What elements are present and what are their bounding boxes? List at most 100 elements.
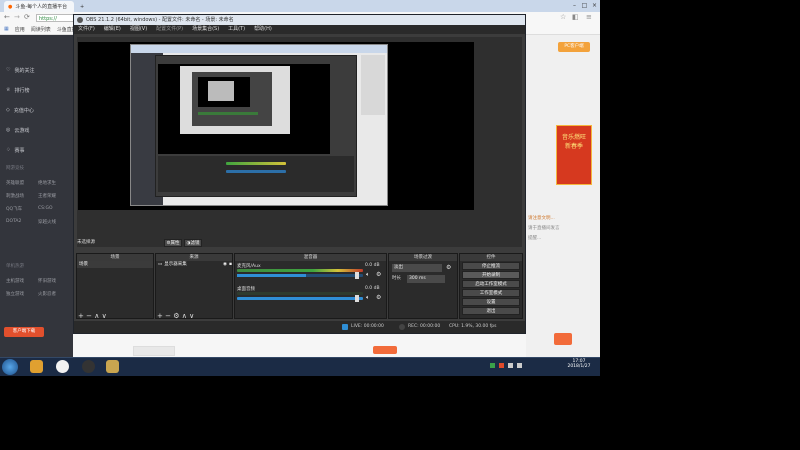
- exit-button[interactable]: 退出: [462, 307, 520, 315]
- mic-level-meter: [237, 269, 363, 272]
- sidebar-sub-item[interactable]: 怀旧游戏: [38, 278, 56, 284]
- minimize-icon[interactable]: –: [570, 2, 579, 10]
- duration-label: 时长: [392, 276, 401, 281]
- menu-tools[interactable]: 工具(T): [228, 25, 245, 34]
- sidebar-sub-item[interactable]: 刺激战场: [6, 193, 24, 199]
- move-up-icon[interactable]: ∧: [182, 312, 187, 320]
- gear-icon[interactable]: ⚙: [173, 312, 179, 320]
- app-icon[interactable]: [106, 360, 119, 373]
- chat-input[interactable]: [133, 346, 175, 356]
- sidebar-sub-item[interactable]: 王者荣耀: [38, 193, 56, 199]
- menu-view[interactable]: 视图(V): [130, 25, 147, 34]
- remove-icon[interactable]: −: [165, 312, 171, 320]
- lock-icon[interactable]: ▪: [229, 261, 232, 268]
- obs-title-bar: OBS 21.1.2 (64bit, windows) - 配置文件: 未命名 …: [74, 15, 525, 25]
- start-recording-button[interactable]: 开始录制: [462, 271, 520, 279]
- menu-profile[interactable]: 配置文件(P): [156, 25, 183, 34]
- extension-icon[interactable]: ◧: [572, 13, 579, 21]
- clock[interactable]: 17:07 2018/1/27: [562, 359, 596, 369]
- star-icon[interactable]: ☆: [560, 13, 566, 21]
- desktop-volume-slider[interactable]: [355, 295, 359, 302]
- back-icon[interactable]: ←: [4, 13, 10, 21]
- sidebar-item-recharge[interactable]: ◇ 充值中心: [6, 105, 34, 115]
- transition-select[interactable]: 淡出: [392, 264, 442, 272]
- menu-help[interactable]: 帮助(H): [254, 25, 272, 34]
- apps-icon[interactable]: ▦: [4, 26, 9, 32]
- sidebar-sub-item[interactable]: 英雄联盟: [6, 180, 24, 186]
- tray-icon[interactable]: [490, 363, 495, 368]
- menu-file[interactable]: 文件(F): [78, 25, 95, 34]
- move-down-icon[interactable]: ∨: [189, 312, 194, 320]
- gear-icon[interactable]: ⚙: [376, 294, 381, 301]
- pc-client-badge[interactable]: PC客户端: [558, 42, 590, 52]
- live-timer: LIVE: 00:00:00: [351, 324, 384, 329]
- tab-douyu[interactable]: ● 斗鱼-每个人的直播平台: [4, 1, 74, 12]
- properties-button[interactable]: ⚙属性: [164, 239, 182, 247]
- forward-icon[interactable]: →: [14, 13, 20, 21]
- sidebar-sub-item[interactable]: 绝地求生: [38, 180, 56, 186]
- eye-icon[interactable]: ◉: [223, 261, 227, 268]
- obs-icon[interactable]: [82, 360, 95, 373]
- url-field[interactable]: https://: [36, 14, 76, 22]
- bookmark-reading[interactable]: 阅读列表: [31, 26, 51, 33]
- tab-bar: ● 斗鱼-每个人的直播平台 + – □ ×: [0, 0, 600, 12]
- gear-icon[interactable]: ⚙: [446, 264, 451, 271]
- reload-icon[interactable]: ⟳: [24, 13, 30, 21]
- rec-indicator-icon: [399, 324, 405, 330]
- preview-canvas[interactable]: [78, 42, 474, 210]
- sidebar-sub-item[interactable]: 穿越火线: [38, 219, 56, 225]
- promo-banner[interactable]: 音乐燃旺 新春季: [556, 125, 592, 185]
- settings-button[interactable]: 设置: [462, 298, 520, 306]
- filters-button[interactable]: ◑滤镜: [184, 239, 202, 247]
- deepest-screen: [208, 81, 234, 101]
- new-tab-button[interactable]: +: [76, 1, 88, 12]
- add-icon[interactable]: +: [78, 312, 84, 320]
- sidebar-sub-item[interactable]: CS:GO: [38, 206, 53, 211]
- mixer-header: 混音器: [235, 254, 386, 261]
- chrome-icon[interactable]: [56, 360, 69, 373]
- sidebar-sub-item[interactable]: DOTA2: [6, 219, 21, 224]
- mic-volume-slider[interactable]: [355, 272, 359, 279]
- folder-icon[interactable]: [30, 360, 43, 373]
- menu-scene-collection[interactable]: 场景集合(S): [192, 25, 219, 34]
- gift-button[interactable]: [373, 346, 397, 354]
- mixer-panel: 混音器 麦克风/Aux 0.0 dB 🔈︎ ⚙ 桌面音频 0.0 dB 🔈︎ ⚙: [234, 253, 387, 319]
- speaker-icon[interactable]: 🔈︎: [366, 271, 370, 279]
- controls-header: 控件: [460, 254, 522, 261]
- tray-icon[interactable]: [499, 363, 504, 368]
- move-up-icon[interactable]: ∧: [94, 312, 99, 320]
- start-button[interactable]: [2, 359, 18, 375]
- remove-icon[interactable]: −: [86, 312, 92, 320]
- sidebar-sub-item[interactable]: QQ飞车: [6, 206, 22, 212]
- duration-field[interactable]: 300 ms: [407, 275, 445, 283]
- sidebar-sub-item[interactable]: 独立游戏: [6, 291, 24, 297]
- sidebar-item-follow[interactable]: ♡ 我的关注: [6, 65, 35, 75]
- scene-item[interactable]: 场景: [77, 261, 153, 268]
- preview-area[interactable]: [77, 37, 522, 247]
- speaker-icon[interactable]: 🔈︎: [366, 294, 370, 302]
- client-download-button[interactable]: 客户端下载: [4, 327, 44, 337]
- close-icon[interactable]: ×: [590, 2, 599, 10]
- send-button[interactable]: [554, 333, 572, 345]
- add-icon[interactable]: +: [157, 312, 163, 320]
- live-indicator-icon: [342, 324, 348, 330]
- sidebar-item-events[interactable]: ♢ 赛事: [6, 145, 25, 155]
- menu-edit[interactable]: 编辑(E): [104, 25, 121, 34]
- studio-mode-toggle[interactable]: 工作室模式: [462, 289, 520, 297]
- sidebar-sub-item[interactable]: 主机游戏: [6, 278, 24, 284]
- sidebar-section-title: 网游竞技: [6, 166, 24, 171]
- move-down-icon[interactable]: ∨: [102, 312, 107, 320]
- menu-icon[interactable]: ≡: [586, 13, 592, 21]
- bookmark-apps[interactable]: 应用: [15, 26, 25, 33]
- sidebar-item-cloudgame[interactable]: ◎ 云游戏: [6, 125, 29, 135]
- maximize-icon[interactable]: □: [580, 2, 589, 10]
- gear-icon[interactable]: ⚙: [376, 271, 381, 278]
- volume-icon[interactable]: [517, 363, 522, 368]
- sidebar-sub-item[interactable]: 火影忍者: [38, 291, 56, 297]
- stop-streaming-button[interactable]: 停止推流: [462, 262, 520, 270]
- source-item[interactable]: ▭ 显示器采集 ◉ ▪: [156, 261, 232, 268]
- network-icon[interactable]: [508, 363, 513, 368]
- studio-mode-button[interactable]: 启动工作室模式: [462, 280, 520, 288]
- status-bar: LIVE: 00:00:00 REC: 00:00:00 CPU: 1.9%, …: [74, 321, 525, 333]
- sidebar-item-rank[interactable]: ♕ 排行榜: [6, 85, 30, 95]
